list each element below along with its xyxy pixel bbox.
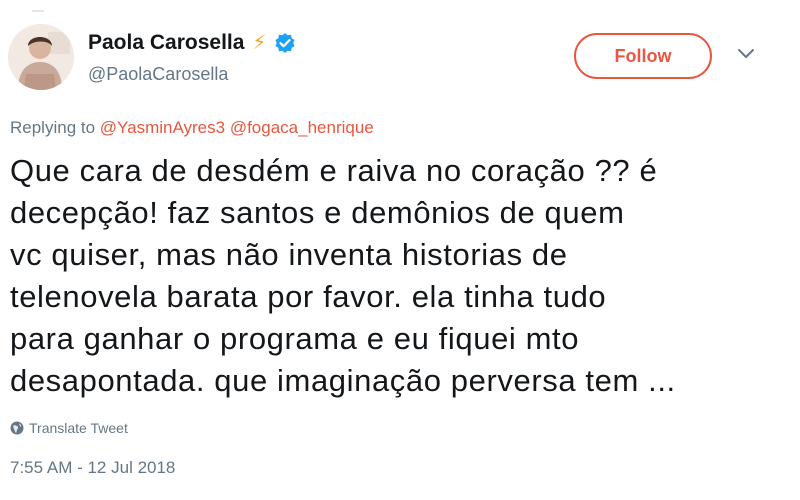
translate-tweet-link[interactable]: Translate Tweet [10, 420, 128, 436]
tweet-line: Que cara de desdém e raiva no coração ??… [10, 153, 658, 188]
tweet-line: decepção! faz santos e demônios de quem [10, 195, 625, 230]
tweet-line: desapontada. que imaginação perversa tem… [10, 363, 676, 398]
mention-link[interactable]: @fogaca_henrique [230, 118, 374, 137]
replying-to-label: Replying to [10, 118, 96, 137]
verified-badge-icon [275, 32, 296, 53]
avatar[interactable] [8, 24, 74, 90]
replying-to: Replying to @YasminAyres3 @fogaca_henriq… [10, 118, 374, 138]
author-name-row[interactable]: Paola Carosella ⚡ [88, 30, 296, 55]
tweet-line: telenovela barata por favor. ela tinha t… [10, 279, 607, 314]
thread-connector [32, 0, 44, 12]
author-name[interactable]: Paola Carosella [88, 31, 244, 55]
lightning-emoji: ⚡ [252, 32, 267, 54]
follow-button[interactable]: Follow [574, 33, 712, 79]
author-handle[interactable]: @PaolaCarosella [88, 64, 228, 85]
tweet-text: Que cara de desdém e raiva no coração ??… [10, 150, 790, 402]
tweet-timestamp[interactable]: 7:55 AM - 12 Jul 2018 [10, 458, 175, 478]
tweet-line: vc quiser, mas não inventa historias de [10, 237, 568, 272]
globe-icon [10, 421, 24, 435]
chevron-down-icon[interactable] [737, 48, 755, 60]
mention-link[interactable]: @YasminAyres3 [100, 118, 225, 137]
translate-tweet-label[interactable]: Translate Tweet [29, 420, 128, 436]
avatar-image [8, 24, 74, 90]
tweet-line: para ganhar o programa e eu fiquei mto [10, 321, 580, 356]
